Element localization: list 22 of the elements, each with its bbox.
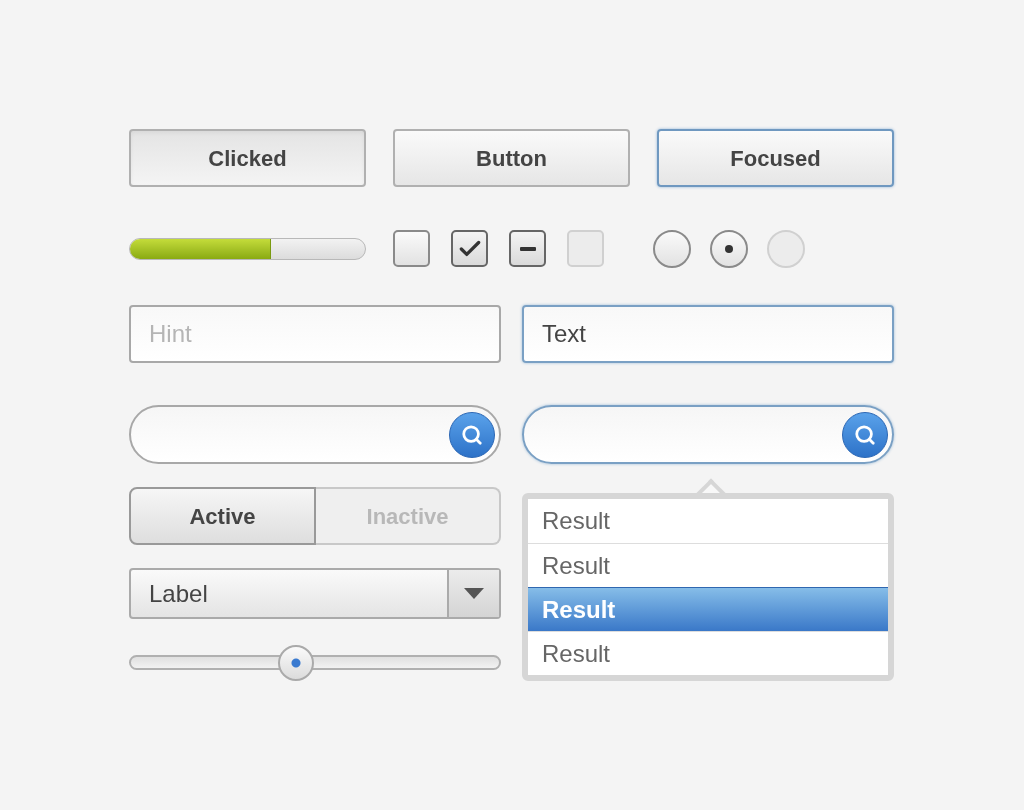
checkbox[interactable] bbox=[393, 230, 430, 267]
result-item[interactable]: Result bbox=[528, 499, 888, 543]
slider-thumb[interactable] bbox=[278, 645, 315, 681]
button[interactable]: Clicked bbox=[129, 129, 366, 187]
search-button[interactable] bbox=[842, 411, 888, 458]
radio-button[interactable] bbox=[710, 229, 748, 268]
button[interactable]: Focused bbox=[657, 129, 894, 187]
segment-tab[interactable]: Active bbox=[129, 487, 316, 545]
caret-icon bbox=[464, 588, 484, 599]
search-icon bbox=[461, 423, 483, 446]
checkbox[interactable] bbox=[509, 230, 546, 267]
text-field[interactable]: Hint bbox=[129, 305, 501, 363]
text-field[interactable]: Text bbox=[522, 305, 894, 363]
select-field[interactable]: Label bbox=[129, 568, 501, 619]
search-button[interactable] bbox=[449, 411, 495, 458]
result-item[interactable]: Result bbox=[528, 631, 888, 675]
search-icon bbox=[854, 423, 876, 446]
radio-button[interactable] bbox=[653, 229, 691, 268]
search-field[interactable] bbox=[522, 405, 894, 464]
select-value: Label bbox=[148, 578, 209, 609]
slider-track[interactable] bbox=[129, 645, 501, 681]
button[interactable]: Button bbox=[393, 129, 630, 187]
